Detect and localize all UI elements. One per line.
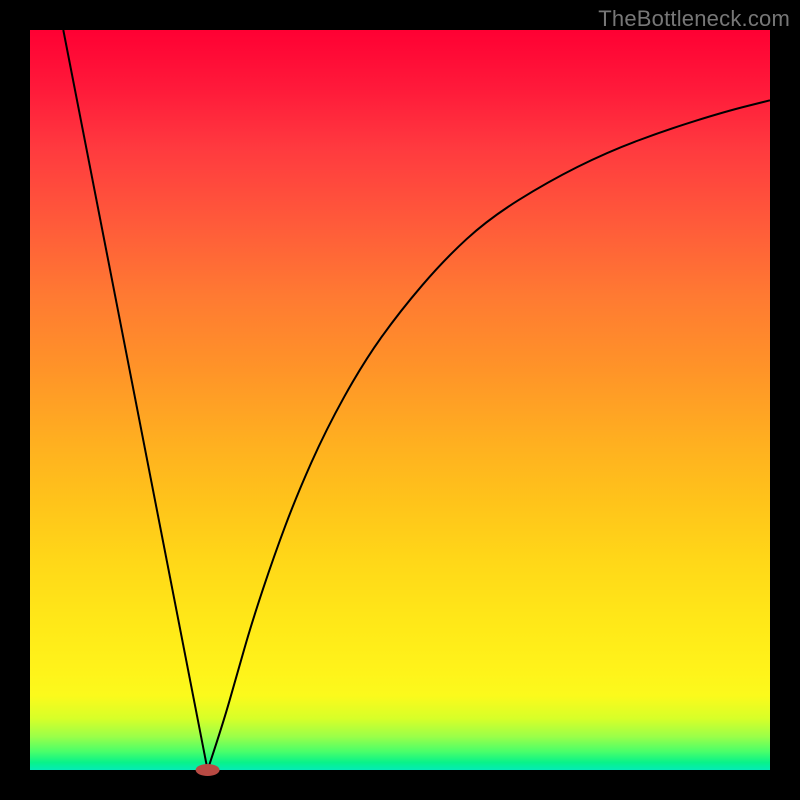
chart-frame: TheBottleneck.com xyxy=(0,0,800,800)
curve-left-arm xyxy=(63,30,207,770)
plot-area xyxy=(30,30,770,770)
watermark-text: TheBottleneck.com xyxy=(598,6,790,32)
vertex-marker xyxy=(196,764,220,776)
chart-svg xyxy=(30,30,770,770)
curve-right-arm xyxy=(208,100,770,770)
